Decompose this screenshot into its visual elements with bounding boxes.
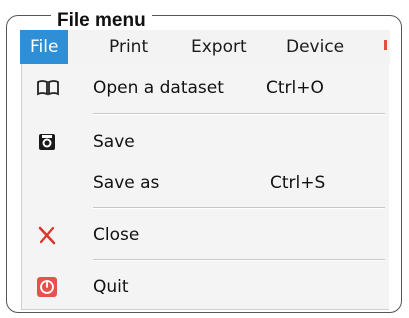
save-as-label: Save as [93,173,160,193]
menubar-overflow-mark [384,40,387,50]
menu-separator [93,259,385,261]
close-x-icon [36,225,58,245]
open-dataset-label: Open a dataset [93,78,224,98]
menu-export[interactable]: Export [191,30,247,64]
book-open-icon [36,78,59,98]
save-as-shortcut: Ctrl+S [270,173,326,193]
menu-file[interactable]: File [20,30,69,64]
menu-item-open-dataset[interactable]: Open a dataset Ctrl+O [22,69,390,107]
frame-title: File menu [51,10,152,32]
menu-item-close[interactable]: Close [22,216,390,254]
menu-print[interactable]: Print [109,30,148,64]
save-disk-icon [36,132,58,152]
menu-separator [93,207,385,209]
save-label: Save [93,132,135,152]
quit-label: Quit [93,277,129,297]
menu-item-save-as[interactable]: Save as Ctrl+S [22,164,390,202]
file-dropdown-menu: Open a dataset Ctrl+O Save Save as Ctrl+… [21,64,389,310]
menu-item-quit[interactable]: Quit [22,268,390,306]
power-quit-icon [36,277,58,297]
menu-item-save[interactable]: Save [22,123,390,161]
menu-bar: File Print Export Device [20,30,390,64]
menu-device[interactable]: Device [286,30,344,64]
close-label: Close [93,225,140,245]
menu-separator [93,113,385,115]
open-dataset-shortcut: Ctrl+O [266,78,324,98]
